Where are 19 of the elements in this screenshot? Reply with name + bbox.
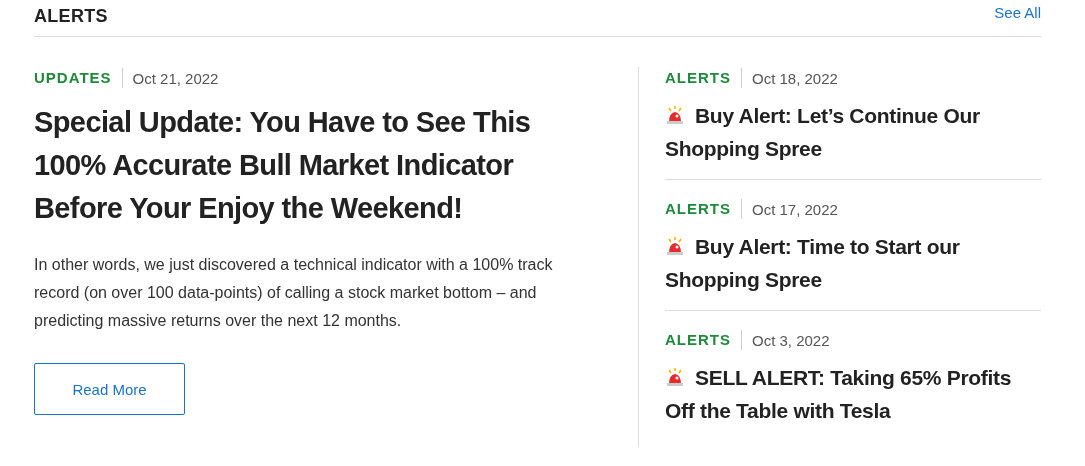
- post-date: Oct 18, 2022: [751, 69, 838, 87]
- post-title[interactable]: Buy Alert: Let’s Continue Our Shopping Spree: [665, 99, 1041, 165]
- article-excerpt: In other words, we just discovered a technical indicator with a 100% track record (on over 100 data-points) of calling a stock market bottom – and predicting massive returns over the next 12 months.: [34, 255, 554, 331]
- category-label[interactable]: UPDATES: [34, 68, 123, 88]
- siren-icon: [665, 105, 685, 125]
- read-more-button[interactable]: Read More: [34, 363, 185, 415]
- section-title: ALERTS: [34, 6, 108, 27]
- post-date: Oct 3, 2022: [751, 331, 830, 349]
- article-title[interactable]: Special Update: You Have to See This 100% Accurate Bull Market Indicator Before Your Enjoy the Weekend!: [34, 101, 594, 230]
- post-title[interactable]: Buy Alert: Time to Start our Shopping Spree: [665, 230, 1041, 296]
- post-date: Oct 17, 2022: [751, 200, 838, 218]
- category-label[interactable]: ALERTS: [665, 68, 742, 88]
- category-label[interactable]: ALERTS: [665, 330, 742, 350]
- siren-icon: [665, 236, 685, 256]
- post-date: Oct 21, 2022: [131, 69, 219, 87]
- post-title[interactable]: SELL ALERT: Taking 65% Profits Off the Table with Tesla: [665, 361, 1041, 427]
- see-all-link[interactable]: See All: [994, 4, 1041, 21]
- category-label[interactable]: ALERTS: [665, 199, 742, 219]
- siren-icon: [665, 367, 685, 387]
